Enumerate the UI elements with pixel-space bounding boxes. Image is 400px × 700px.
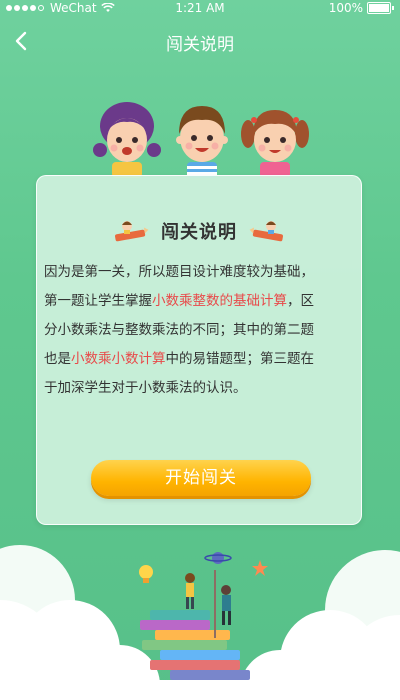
teacher-figure-icon bbox=[214, 570, 231, 638]
card-title: 闯关说明 bbox=[161, 222, 237, 243]
student-figure-icon bbox=[185, 573, 195, 609]
nav-bar: 闯关说明 bbox=[0, 16, 400, 66]
pencil-boy-icon bbox=[249, 221, 283, 242]
battery-tip bbox=[392, 6, 394, 10]
lightbulb-icon bbox=[139, 565, 153, 583]
highlight-decimal-times-integer: 小数乘整数的基础计算 bbox=[152, 293, 287, 309]
description-text: 因为是第一关，所以题目设计难度较为基础，第一题让学生掌握小数乘整数的基础计算，区… bbox=[44, 258, 324, 403]
girl-purple-hair-icon bbox=[93, 102, 161, 178]
clouds-books-illustration bbox=[0, 545, 400, 700]
kids-illustration bbox=[92, 98, 312, 178]
girl-pigtails-icon bbox=[241, 110, 309, 178]
cloud-left-icon bbox=[0, 545, 160, 700]
status-bar: WeChat 1:21 AM 100% bbox=[0, 0, 400, 16]
highlight-decimal-times-decimal: 小数乘小数计算 bbox=[71, 351, 166, 367]
planet-icon bbox=[204, 552, 232, 564]
book-stack-icon bbox=[140, 610, 250, 680]
battery-percent: 100% bbox=[328, 1, 363, 15]
star-icon bbox=[252, 560, 268, 576]
card-header: 闯关说明 bbox=[37, 216, 361, 246]
page-title: 闯关说明 bbox=[166, 35, 234, 55]
cloud-right-icon bbox=[240, 550, 400, 700]
status-right: 100% bbox=[329, 0, 394, 16]
pencil-girl-icon bbox=[115, 221, 149, 242]
start-challenge-button[interactable]: 开始闯关 bbox=[91, 460, 311, 496]
battery-icon bbox=[367, 2, 391, 14]
boy-icon bbox=[176, 106, 228, 178]
